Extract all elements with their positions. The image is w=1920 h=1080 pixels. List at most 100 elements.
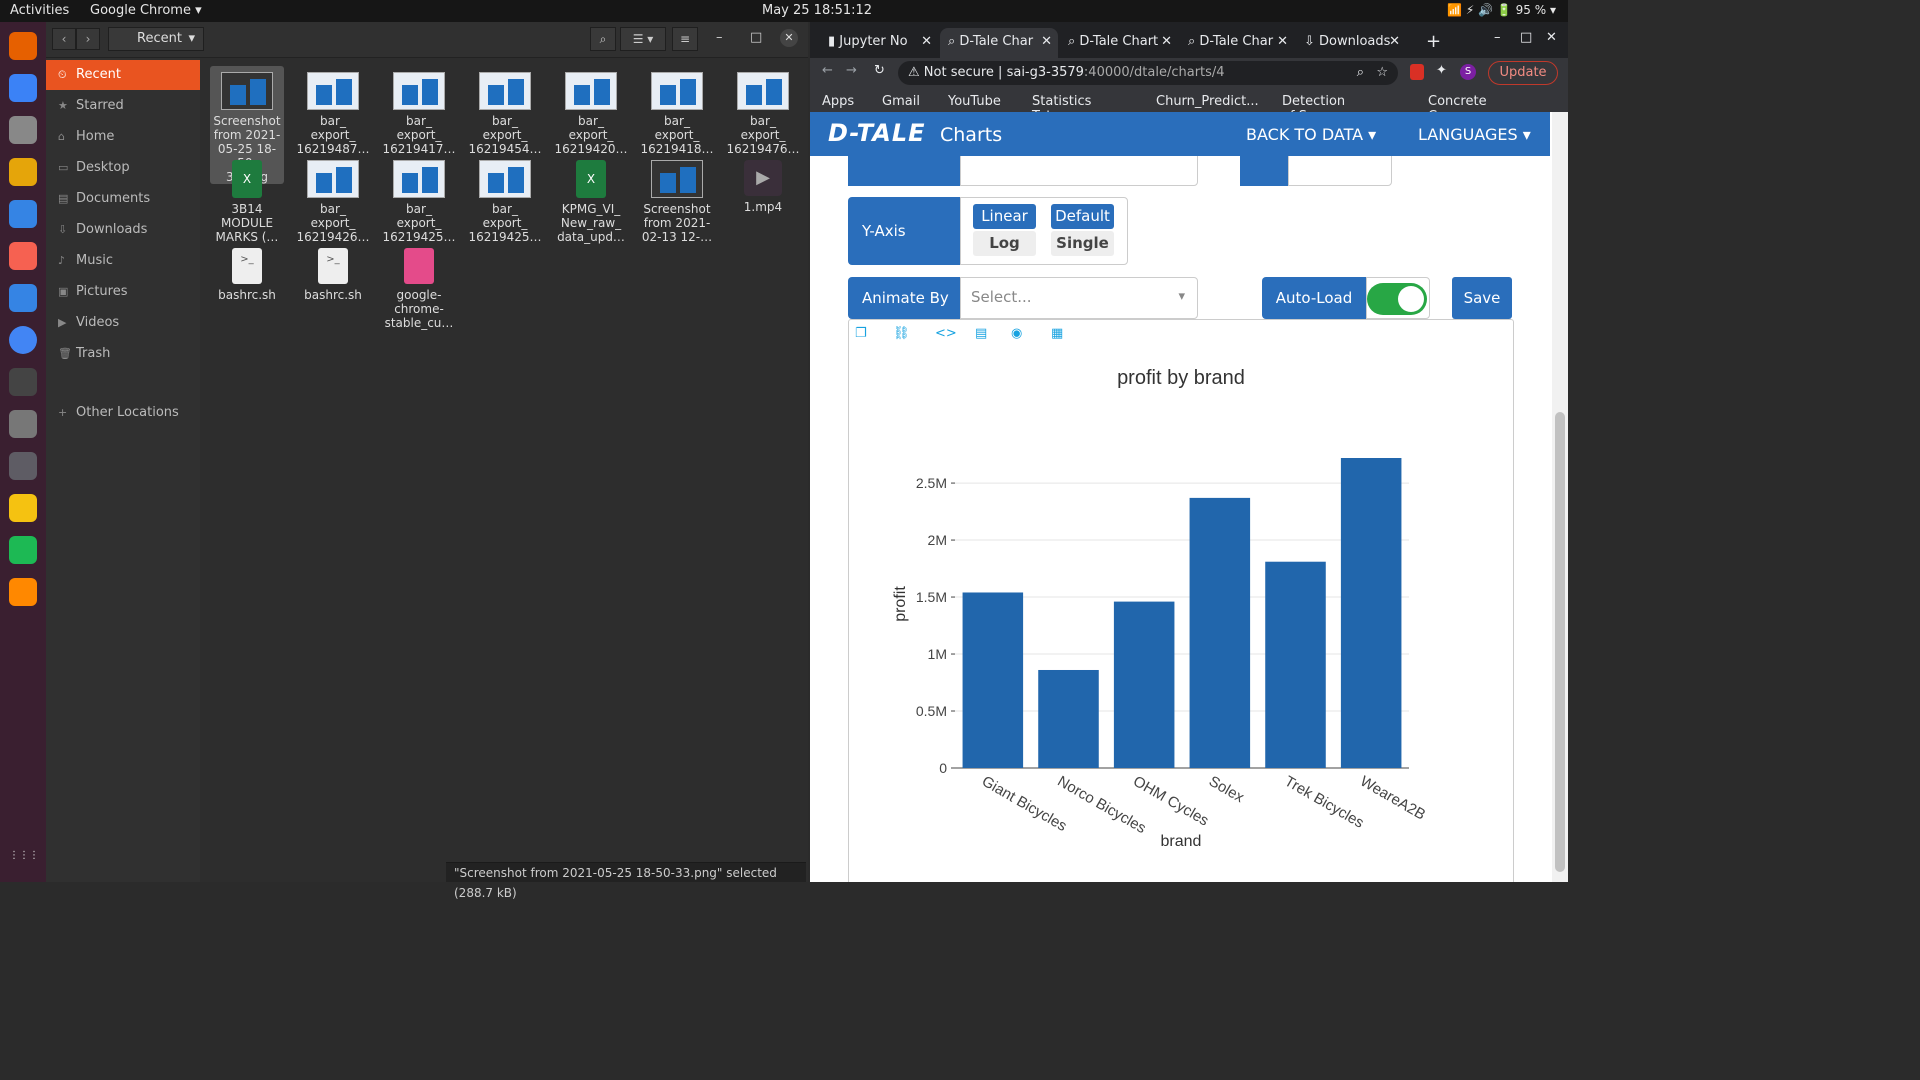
- update-button[interactable]: Update: [1488, 61, 1558, 85]
- settings-icon[interactable]: [9, 410, 37, 438]
- writer-icon[interactable]: [9, 200, 37, 228]
- file-item[interactable]: >_ bashrc.sh: [210, 242, 284, 302]
- browser-tab[interactable]: ⌕ D-Tale Chart ✕: [1060, 28, 1178, 58]
- file-item[interactable]: bar_ export_ 16219425…: [382, 154, 456, 244]
- forward-icon[interactable]: →: [846, 63, 857, 78]
- popup-icon[interactable]: ❐: [855, 326, 867, 341]
- zoom-icon[interactable]: ⌕: [1357, 61, 1364, 85]
- browser-tab[interactable]: ⌕ D-Tale Char ✕: [940, 28, 1058, 58]
- file-item[interactable]: >_ bashrc.sh: [296, 242, 370, 302]
- sidebar-item-trash[interactable]: 🗑 Trash: [46, 339, 200, 369]
- software-icon[interactable]: [9, 242, 37, 270]
- scrollbar[interactable]: [1552, 112, 1568, 882]
- forward-button[interactable]: ›: [76, 28, 100, 50]
- sidebar-item-desktop[interactable]: ▭ Desktop: [46, 153, 200, 183]
- close-tab-icon[interactable]: ✕: [921, 28, 932, 56]
- puzzle-icon[interactable]: ✦: [1436, 63, 1447, 78]
- close-tab-icon[interactable]: ✕: [1041, 28, 1052, 56]
- sidebar-item-home[interactable]: ⌂ Home: [46, 122, 200, 152]
- file-item[interactable]: bar_ export_ 16219418…: [640, 66, 714, 156]
- clock[interactable]: May 25 18:51:12: [762, 3, 872, 18]
- atom-icon[interactable]: [9, 452, 37, 480]
- hidden-input[interactable]: [960, 156, 1198, 186]
- close-button[interactable]: ✕: [1546, 30, 1557, 45]
- back-to-data-menu[interactable]: BACK TO DATA ▾: [1246, 125, 1376, 144]
- code-icon[interactable]: <>: [935, 326, 957, 341]
- file-item[interactable]: bar_ export_ 16219425…: [468, 154, 542, 244]
- auto-load-toggle[interactable]: [1367, 283, 1427, 315]
- vlc-icon[interactable]: [9, 578, 37, 606]
- export-html-icon[interactable]: ▤: [975, 326, 987, 341]
- minimize-button[interactable]: –: [716, 30, 723, 45]
- maximize-button[interactable]: □: [1520, 30, 1532, 45]
- browser-tab[interactable]: ▮ Jupyter No ✕: [820, 28, 938, 58]
- firefox-icon[interactable]: [9, 32, 37, 60]
- default-toggle[interactable]: Default: [1051, 204, 1114, 229]
- hidden-input-2[interactable]: [1288, 156, 1392, 186]
- link-icon[interactable]: ⛓: [893, 326, 910, 341]
- y-tick-label: 0: [939, 760, 947, 776]
- minimize-button[interactable]: –: [1494, 30, 1501, 45]
- thunderbird-icon[interactable]: [9, 74, 37, 102]
- sidebar-item-starred[interactable]: ★ Starred: [46, 91, 200, 121]
- browser-tab[interactable]: ⌕ D-Tale Char ✕: [1180, 28, 1294, 58]
- menu-icon[interactable]: ≡: [672, 27, 698, 51]
- close-tab-icon[interactable]: ✕: [1277, 28, 1288, 56]
- terminal-icon[interactable]: [9, 368, 37, 396]
- sidebar-item-music[interactable]: ♪ Music: [46, 246, 200, 276]
- new-tab-button[interactable]: +: [1426, 31, 1441, 52]
- close-button[interactable]: ✕: [780, 29, 798, 47]
- back-button[interactable]: ‹: [52, 28, 76, 50]
- close-tab-icon[interactable]: ✕: [1161, 28, 1172, 56]
- activities-button[interactable]: Activities: [10, 3, 69, 18]
- single-toggle[interactable]: Single: [1051, 231, 1114, 256]
- sidebar-item-downloads[interactable]: ⇩ Downloads: [46, 215, 200, 245]
- dtale-logo[interactable]: D-TALE: [828, 119, 926, 147]
- browser-tab[interactable]: ⇩ Downloads ✕: [1296, 28, 1406, 58]
- star-icon[interactable]: ☆: [1376, 61, 1388, 85]
- system-tray[interactable]: 📶 ⚡ 🔊 🔋 95 % ▾: [1447, 3, 1556, 17]
- file-item[interactable]: google-chrome-stable_cu…: [382, 242, 456, 330]
- sidebar-item-videos[interactable]: ▶ Videos: [46, 308, 200, 338]
- file-item[interactable]: Screenshot from 2021- 02-13 12-…: [640, 154, 714, 244]
- calculator-icon[interactable]: [9, 494, 37, 522]
- file-item[interactable]: bar_ export_ 16219426…: [296, 154, 370, 244]
- apps-grid-icon[interactable]: ⋮⋮⋮: [9, 842, 39, 870]
- file-item[interactable]: bar_ export_ 16219476…: [726, 66, 800, 156]
- close-tab-icon[interactable]: ✕: [1389, 28, 1400, 56]
- linear-toggle[interactable]: Linear: [973, 204, 1036, 229]
- csv-icon[interactable]: ▦: [1051, 326, 1063, 341]
- file-item[interactable]: ▶ 1.mp4: [726, 154, 800, 214]
- back-icon[interactable]: ←: [822, 63, 833, 78]
- log-toggle[interactable]: Log: [973, 231, 1036, 256]
- view-toggle-button[interactable]: ☰ ▾: [620, 27, 666, 51]
- app-menu[interactable]: Google Chrome ▾: [90, 3, 202, 18]
- sidebar-item-recent[interactable]: ⏲ Recent: [46, 60, 200, 90]
- search-icon[interactable]: ⌕: [590, 27, 616, 51]
- file-item[interactable]: bar_ export_ 16219487…: [296, 66, 370, 156]
- file-item[interactable]: bar_ export_ 16219454…: [468, 66, 542, 156]
- save-button[interactable]: Save: [1452, 277, 1512, 319]
- scrollbar-thumb[interactable]: [1555, 412, 1565, 872]
- sidebar-item-pictures[interactable]: ▣ Pictures: [46, 277, 200, 307]
- file-item[interactable]: X 3B14 MODULE MARKS (…: [210, 154, 284, 244]
- file-item[interactable]: bar_ export_ 16219417…: [382, 66, 456, 156]
- location-bar[interactable]: Recent ▾: [108, 27, 204, 51]
- spotify-icon[interactable]: [9, 536, 37, 564]
- reload-icon[interactable]: ↻: [874, 63, 885, 78]
- address-bar[interactable]: ⚠ Not secure | sai-g3-3579:40000/dtale/c…: [898, 61, 1398, 85]
- file-item[interactable]: bar_ export_ 16219420…: [554, 66, 628, 156]
- maximize-button[interactable]: □: [750, 30, 762, 45]
- sidebar-item-documents[interactable]: ▤ Documents: [46, 184, 200, 214]
- help-icon[interactable]: [9, 284, 37, 312]
- avatar[interactable]: S: [1460, 64, 1476, 80]
- rhythmbox-icon[interactable]: [9, 158, 37, 186]
- file-item[interactable]: X KPMG_VI_ New_raw_ data_upd…: [554, 154, 628, 244]
- languages-menu[interactable]: LANGUAGES ▾: [1418, 125, 1531, 144]
- files-icon[interactable]: [9, 116, 37, 144]
- chrome-icon[interactable]: [9, 326, 37, 354]
- camera-icon[interactable]: ◉: [1011, 326, 1022, 341]
- animate-by-select[interactable]: Select... ▾: [960, 277, 1198, 319]
- sidebar-item-other-locations[interactable]: + Other Locations: [46, 398, 200, 428]
- extension-icon[interactable]: [1410, 64, 1424, 80]
